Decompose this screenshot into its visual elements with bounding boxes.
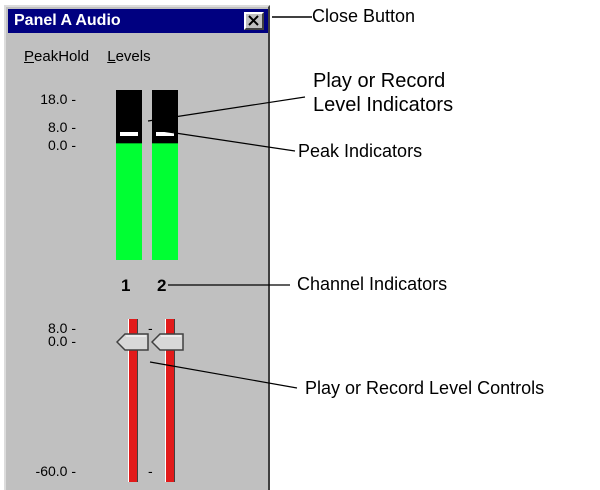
callout-line-level-indicators bbox=[147, 96, 306, 122]
callout-channel-indicators: Channel Indicators bbox=[297, 274, 448, 294]
callout-lines bbox=[147, 16, 312, 389]
callout-close-button: Close Button bbox=[312, 6, 416, 26]
callout-level-indicators-line2: Level Indicators bbox=[313, 94, 454, 116]
callout-level-controls: Play or Record Level Controls bbox=[305, 378, 545, 398]
callout-line-peak bbox=[161, 130, 296, 152]
callout-line-controls bbox=[149, 361, 298, 389]
callout-peak-indicators: Peak Indicators bbox=[298, 141, 423, 161]
callout-level-indicators-line1: Play or Record bbox=[313, 70, 446, 92]
